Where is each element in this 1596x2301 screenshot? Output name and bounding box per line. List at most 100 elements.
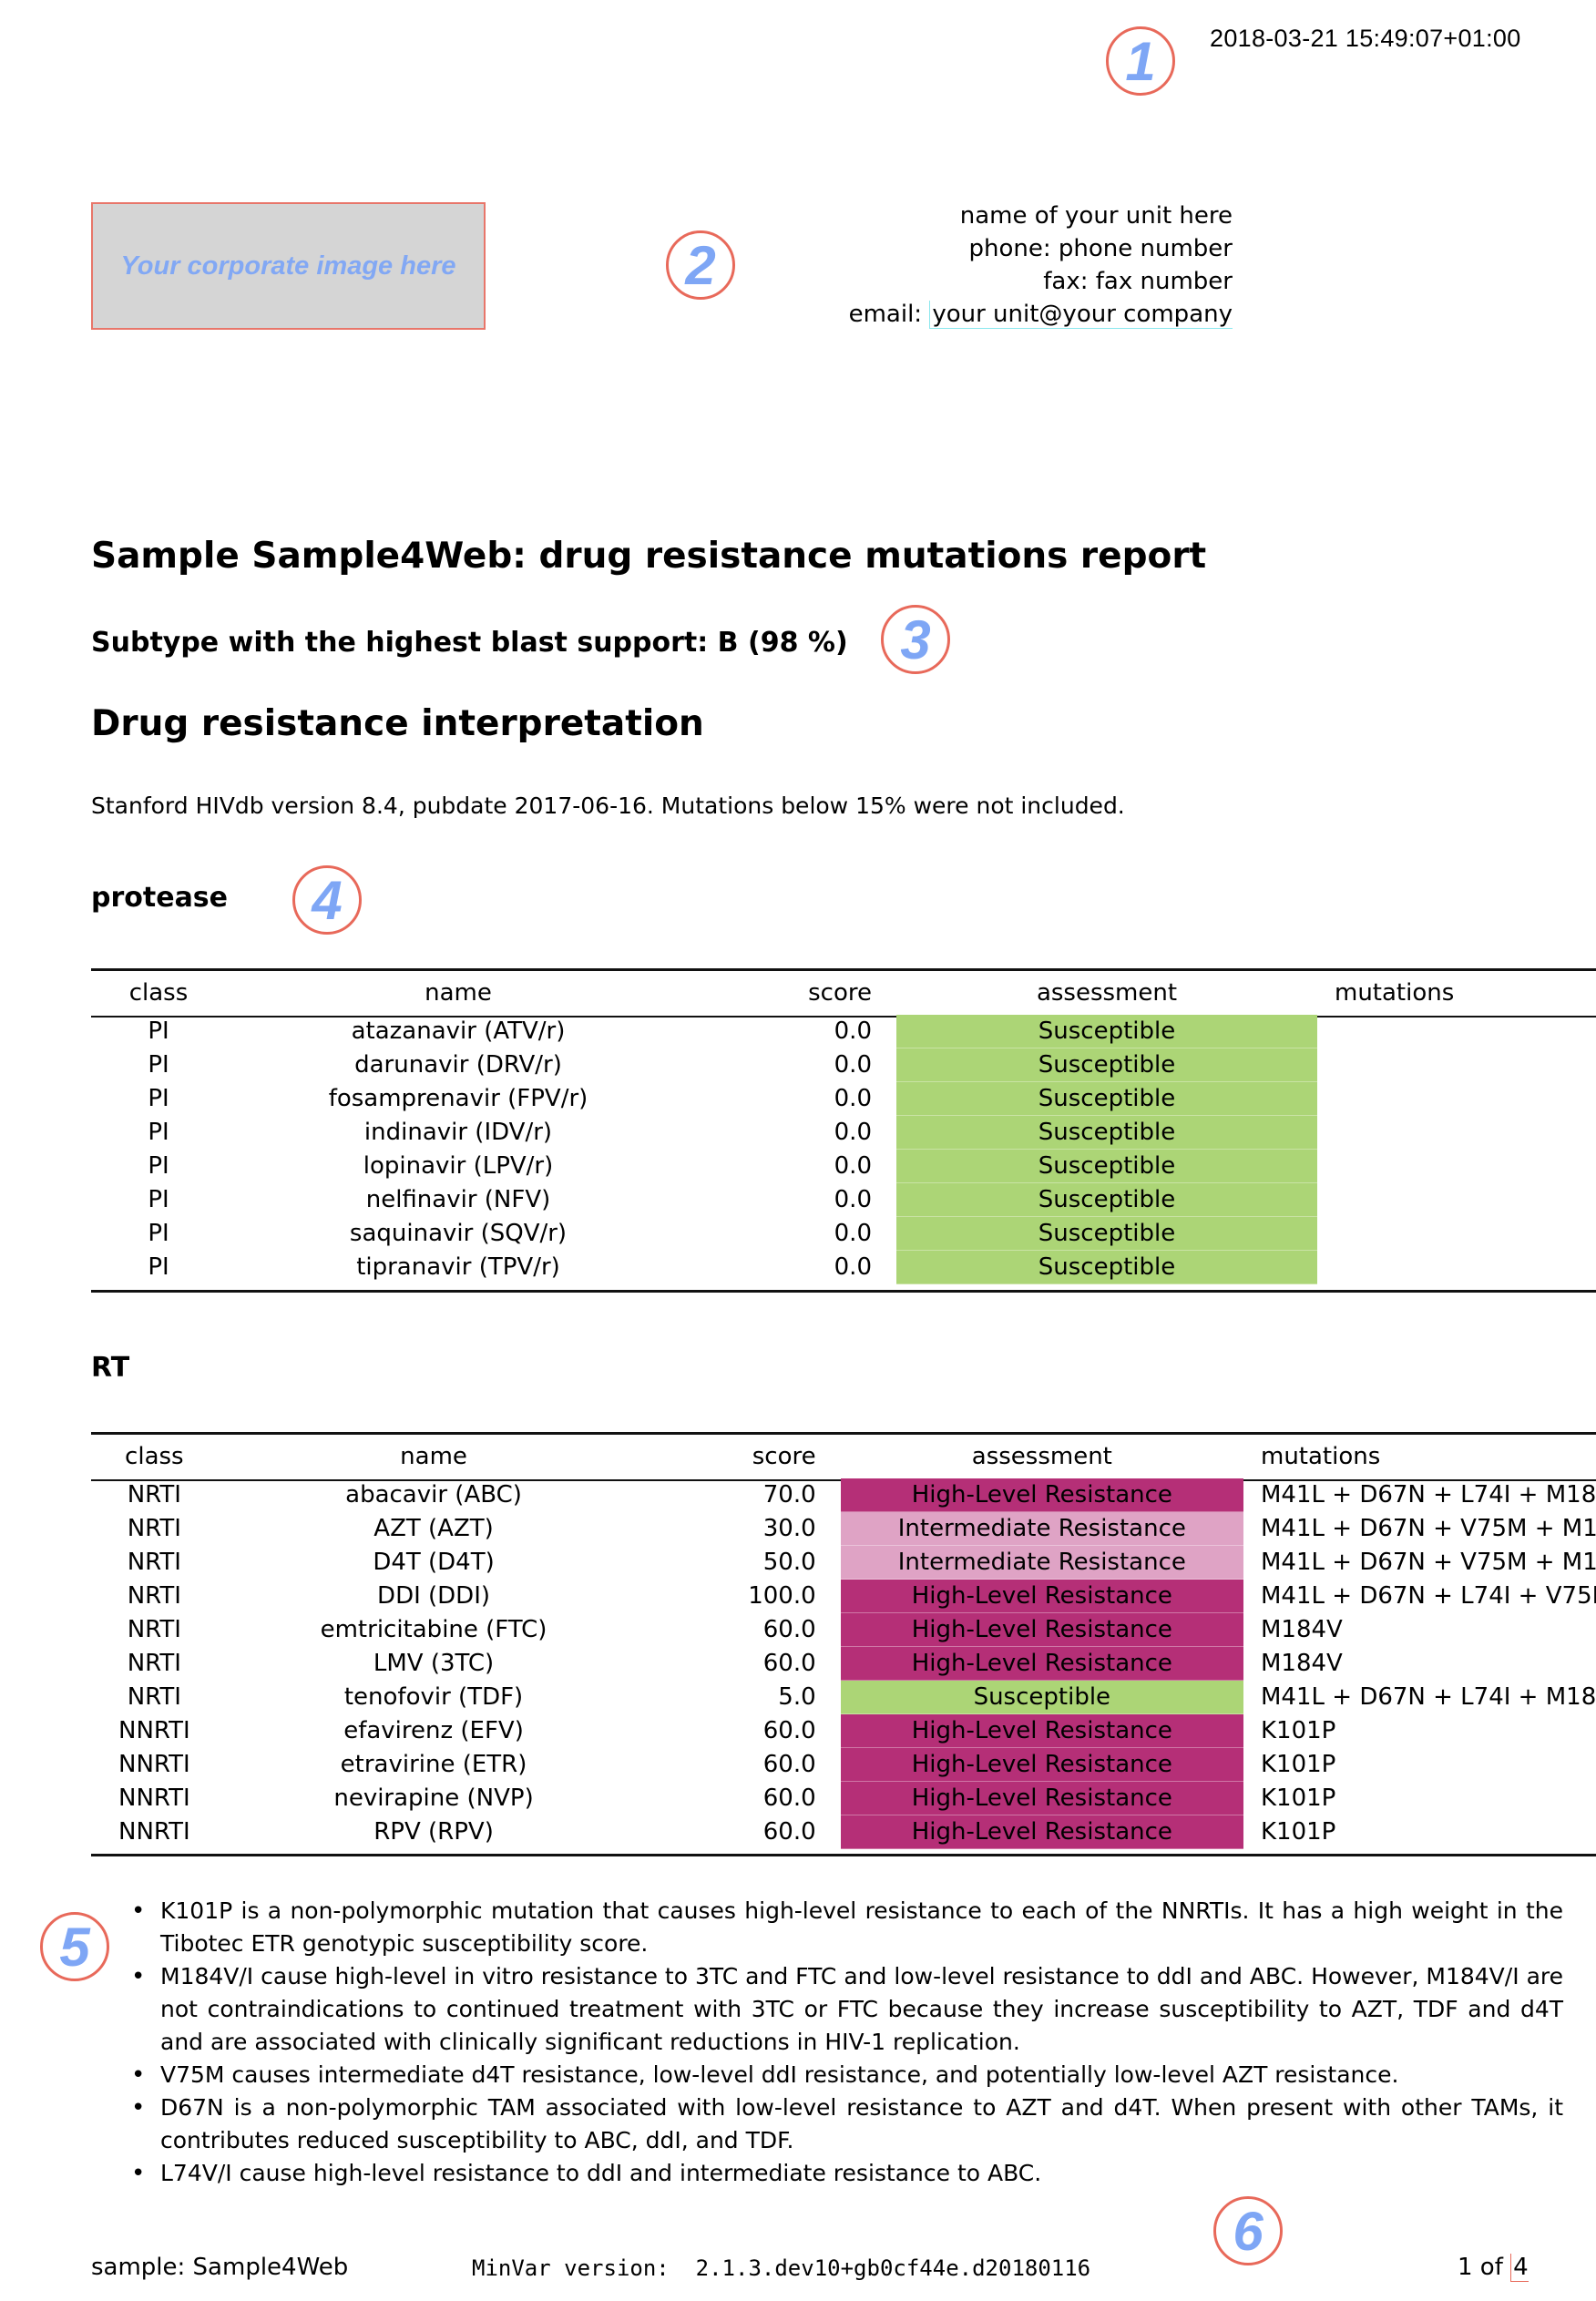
cell-score: 0.0 [834,1186,872,1213]
table-row: NNRTI etravirine (ETR) 60.0 High-Level Resi… [91,1747,1596,1782]
cell-class: PI [148,1253,169,1281]
cell-class: NRTI [127,1549,181,1576]
phone-line: phone: phone number [849,232,1233,265]
comment-item: D67N is a non-polymorphic TAM associated… [131,2091,1563,2157]
cell-assessment: High-Level Resistance [840,1713,1243,1748]
cell-score: 0.0 [834,1253,872,1281]
cell-assessment: Susceptible [896,1115,1317,1150]
cell-assessment: Susceptible [896,1081,1317,1116]
cell-assessment: Susceptible [896,1182,1317,1217]
callout-marker-5: 5 [40,1912,109,1981]
table-row: PI indinavir (IDV/r) 0.0 Susceptible [91,1115,1596,1150]
column-header-score: score [752,1443,816,1470]
cell-drug-name: abacavir (ABC) [345,1481,522,1509]
email-line: email: your unit@your company [849,298,1233,331]
column-header-assessment: assessment [1036,979,1178,1007]
cell-drug-name: indinavir (IDV/r) [363,1119,553,1146]
table-row: PI darunavir (DRV/r) 0.0 Susceptible [91,1048,1596,1082]
cell-assessment: Susceptible [896,1015,1317,1048]
cell-assessment: High-Level Resistance [840,1646,1243,1681]
cell-class: PI [148,1152,169,1180]
cell-score: 0.0 [834,1220,872,1247]
column-header-assessment: assessment [971,1443,1112,1470]
section-heading: Drug resistance interpretation [91,703,704,744]
cell-drug-name: saquinavir (SQV/r) [349,1220,568,1247]
version-value: 2.1.3.dev10+gb0cf44e.d20180116 [695,2255,1091,2281]
cell-assessment: High-Level Resistance [840,1478,1243,1512]
mutation-comments-list: K101P is a non-polymorphic mutation that… [128,1895,1563,2190]
table-row: NNRTI RPV (RPV) 60.0 High-Level Resistance K… [91,1815,1596,1849]
cell-drug-name: fosamprenavir (FPV/r) [328,1085,588,1112]
callout-marker-1: 1 [1106,26,1175,96]
cell-mutations: M184V [1261,1616,1343,1643]
cell-drug-name: AZT (AZT) [373,1515,494,1542]
cell-drug-name: lopinavir (LPV/r) [363,1152,554,1180]
protease-resistance-table: class name score assessment mutations PI… [91,971,1596,1284]
callout-marker-6: 6 [1213,2196,1283,2265]
cell-score: 0.0 [834,1152,872,1180]
cell-drug-name: RPV (RPV) [373,1818,494,1846]
column-header-score: score [808,979,872,1007]
page-current: 1 of [1458,2254,1503,2281]
unit-name: name of your unit here [959,202,1233,230]
cell-mutations [1317,1116,1596,1150]
cell-class: NNRTI [118,1785,190,1812]
cell-class: NRTI [127,1481,181,1509]
cell-class: NNRTI [118,1751,190,1778]
protease-table-bottom-rule [91,1290,1596,1293]
table-row: PI atazanavir (ATV/r) 0.0 Susceptible [91,1015,1596,1048]
protease-heading: protease [91,882,229,914]
cell-assessment: Susceptible [896,1250,1317,1284]
cell-drug-name: DDI (DDI) [377,1582,491,1610]
table-row: NRTI tenofovir (TDF) 5.0 Susceptible M41L + … [91,1680,1596,1714]
cell-score: 60.0 [762,1785,816,1812]
cell-drug-name: emtricitabine (FTC) [320,1616,547,1643]
fax-label: fax: [1043,268,1089,295]
cell-drug-name: darunavir (DRV/r) [354,1051,562,1079]
rt-heading: RT [91,1352,130,1384]
column-header-mutations: mutations [1261,1443,1381,1470]
cell-score: 100.0 [748,1582,816,1610]
cell-drug-name: tipranavir (TPV/r) [356,1253,560,1281]
cell-mutations [1317,1082,1596,1116]
callout-marker-3: 3 [881,605,950,674]
cell-drug-name: atazanavir (ATV/r) [351,1018,566,1046]
cell-mutations: M41L + D67N + V75M + M1 [1261,1549,1596,1576]
cell-score: 60.0 [762,1650,816,1677]
cell-score: 60.0 [762,1818,816,1846]
cell-score: 60.0 [762,1717,816,1744]
version-label: MinVar version: [472,2255,670,2281]
table-row: NRTI LMV (3TC) 60.0 High-Level Resistance M1… [91,1646,1596,1681]
cell-class: PI [148,1186,169,1213]
page-total-link[interactable]: 4 [1510,2254,1529,2282]
cell-mutations [1317,1015,1596,1048]
cell-mutations [1317,1183,1596,1217]
phone-label: phone: [968,235,1051,262]
report-timestamp: 2018-03-21 15:49:07+01:00 [1210,25,1521,52]
cell-class: NNRTI [118,1818,190,1846]
cell-class: PI [148,1220,169,1247]
rt-table-bottom-rule [91,1854,1596,1856]
cell-drug-name: LMV (3TC) [373,1650,495,1677]
cell-drug-name: nevirapine (NVP) [333,1785,534,1812]
cell-score: 60.0 [762,1616,816,1643]
cell-class: PI [148,1018,169,1046]
cell-score: 60.0 [762,1751,816,1778]
email-link[interactable]: your unit@your company [929,301,1233,329]
comment-item: K101P is a non-polymorphic mutation that… [131,1895,1563,1960]
footer-version: MinVar version: 2.1.3.dev10+gb0cf44e.d20… [472,2255,1090,2281]
column-header-name: name [400,1443,467,1470]
table-row: NRTI abacavir (ABC) 70.0 High-Level Resista… [91,1478,1596,1512]
table-row: NRTI D4T (D4T) 50.0 Intermediate Resistance… [91,1545,1596,1580]
cell-assessment: Susceptible [896,1048,1317,1082]
table-header-row: class name score assessment mutations [91,1435,1596,1478]
cell-mutations: K101P [1261,1717,1336,1744]
callout-marker-2: 2 [666,230,735,300]
table-row: PI lopinavir (LPV/r) 0.0 Susceptible [91,1149,1596,1183]
cell-score: 50.0 [762,1549,816,1576]
column-header-mutations: mutations [1335,979,1455,1007]
contact-block: name of your unit here phone: phone numb… [849,199,1233,331]
cell-assessment: High-Level Resistance [840,1579,1243,1613]
table-row: NRTI AZT (AZT) 30.0 Intermediate Resistance… [91,1511,1596,1546]
cell-assessment: High-Level Resistance [840,1612,1243,1647]
